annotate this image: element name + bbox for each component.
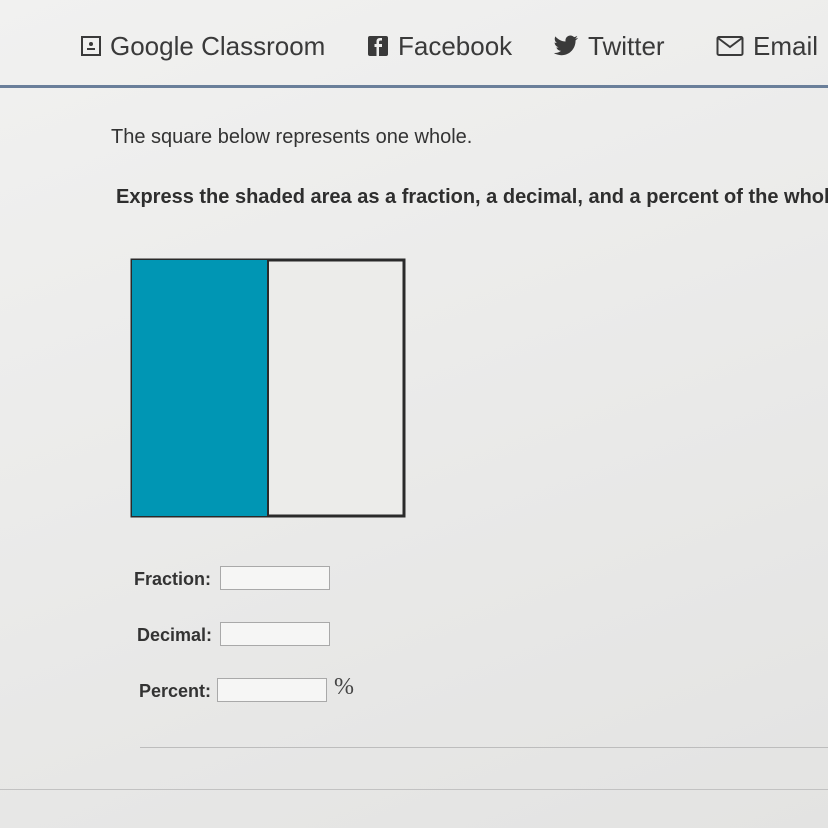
- share-bar: Google Classroom Facebook Twitter Email: [0, 0, 828, 86]
- percent-row: Percent:: [139, 676, 211, 706]
- share-google-classroom-link[interactable]: Google Classroom: [81, 26, 325, 66]
- fraction-row: Fraction:: [134, 564, 211, 594]
- google-classroom-icon: [81, 36, 101, 56]
- share-twitter-label: Twitter: [588, 30, 665, 61]
- share-twitter-link[interactable]: Twitter: [553, 26, 665, 66]
- decimal-row: Decimal:: [137, 620, 212, 650]
- fraction-label: Fraction:: [134, 568, 212, 589]
- header-divider: [0, 85, 828, 88]
- percent-input[interactable]: [217, 678, 327, 702]
- decimal-input[interactable]: [220, 622, 330, 646]
- section-divider: [140, 747, 828, 748]
- problem-intro: The square below represents one whole.: [111, 126, 473, 148]
- share-facebook-label: Facebook: [398, 30, 513, 61]
- share-google-classroom-label: Google Classroom: [110, 30, 326, 61]
- shaded-region: [132, 260, 268, 516]
- percent-label: Percent:: [139, 680, 212, 701]
- facebook-icon: [367, 35, 389, 57]
- problem-question: Express the shaded area as a fraction, a…: [116, 186, 828, 208]
- percent-sign: %: [334, 674, 354, 700]
- decimal-label: Decimal:: [137, 624, 213, 645]
- bottom-divider: [0, 789, 828, 790]
- twitter-icon: [553, 35, 579, 57]
- share-facebook-link[interactable]: Facebook: [367, 26, 512, 66]
- fraction-input[interactable]: [220, 566, 330, 590]
- share-email-label: Email: [753, 30, 819, 61]
- whole-square-figure: [130, 258, 406, 518]
- share-email-link[interactable]: Email: [716, 26, 818, 66]
- email-icon: [716, 35, 744, 57]
